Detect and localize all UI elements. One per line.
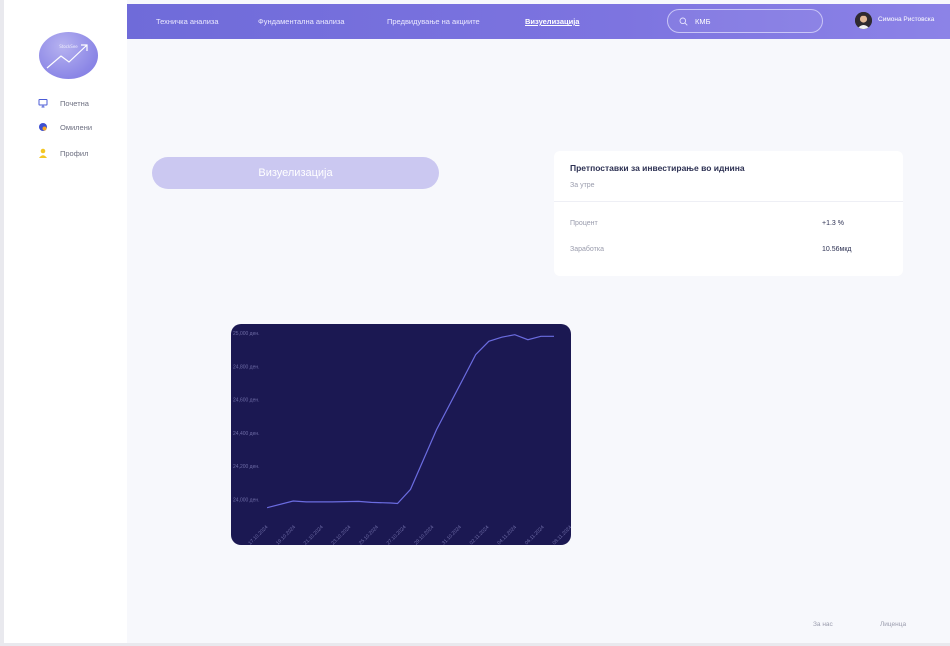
y-tick-label: 24,800 ден. — [233, 364, 260, 370]
x-tick-label: 08.11.2024 — [552, 524, 571, 545]
percent-value: +1.3 % — [822, 220, 844, 227]
sidebar-item-favorites[interactable]: Омилени — [38, 120, 92, 134]
search-icon — [679, 17, 688, 26]
percent-label: Процент — [570, 220, 598, 227]
monitor-icon — [38, 98, 48, 108]
price-chart: 24,000 ден. 24,200 ден. 24,400 ден. 24,600 … — [231, 324, 571, 545]
card-title: Претпоставки за инвестирање во иднина — [570, 163, 745, 173]
sidebar-item-label: Омилени — [60, 122, 93, 132]
sidebar-item-label: Почетна — [60, 98, 89, 108]
search-box[interactable] — [667, 9, 823, 33]
y-tick-label: 24,000 ден. — [233, 497, 260, 503]
x-tick-label: 29.10.2024 — [413, 524, 435, 545]
y-tick-label: 25,000 ден. — [233, 331, 260, 337]
user-avatar[interactable] — [855, 12, 872, 29]
x-tick-label: 25.10.2024 — [358, 524, 380, 545]
sidebar: StockSee Почетна Омилени Профил — [4, 0, 127, 643]
license-link[interactable]: Лиценца — [880, 621, 906, 628]
user-icon — [38, 148, 48, 158]
x-tick-label: 06.11.2024 — [524, 524, 546, 545]
x-tick-label: 23.10.2024 — [330, 524, 352, 545]
price-series-line — [266, 334, 554, 509]
sidebar-item-home[interactable]: Почетна — [38, 96, 89, 110]
card-divider — [554, 201, 903, 202]
earnings-value: 10.56мкд — [822, 246, 852, 253]
sidebar-item-label: Профил — [60, 148, 89, 158]
tab-fundamental-analysis[interactable]: Фундаментална анализа — [258, 17, 345, 26]
top-navbar: Техничка анализа Фундаментална анализа П… — [127, 4, 950, 39]
x-tick-label: 19.10.2024 — [275, 524, 297, 545]
y-tick-label: 24,400 ден. — [233, 431, 260, 437]
x-tick-label: 21.10.2024 — [303, 524, 325, 545]
trend-arrow-icon — [46, 44, 88, 69]
x-tick-label: 02.11.2024 — [469, 524, 491, 545]
about-link[interactable]: За нас — [813, 621, 833, 628]
favorites-icon — [38, 122, 48, 132]
price-chart-svg: 24,000 ден. 24,200 ден. 24,400 ден. 24,600 … — [233, 331, 571, 545]
visualize-button[interactable]: Визуелизација — [152, 157, 439, 189]
x-tick-label: 17.10.2024 — [247, 524, 269, 545]
sidebar-item-profile[interactable]: Профил — [38, 146, 88, 160]
prediction-card: Претпоставки за инвестирање во иднина За… — [554, 151, 903, 276]
x-tick-label: 31.10.2024 — [441, 524, 463, 545]
y-tick-label: 24,200 ден. — [233, 464, 260, 470]
card-subtitle: За утре — [570, 182, 595, 189]
x-tick-label: 04.11.2024 — [496, 524, 518, 545]
app-logo[interactable]: StockSee — [39, 32, 98, 79]
y-tick-label: 24,600 ден. — [233, 398, 260, 404]
earnings-label: Заработка — [570, 246, 604, 253]
tab-technical-analysis[interactable]: Техничка анализа — [156, 17, 219, 26]
tab-visualization[interactable]: Визуелизација — [525, 17, 579, 26]
x-tick-label: 27.10.2024 — [386, 524, 408, 545]
tab-stock-prediction[interactable]: Предвидување на акциите — [387, 17, 480, 26]
app-window — [4, 0, 950, 643]
search-input[interactable] — [695, 14, 815, 28]
user-name[interactable]: Симона Ристовска — [878, 16, 934, 23]
